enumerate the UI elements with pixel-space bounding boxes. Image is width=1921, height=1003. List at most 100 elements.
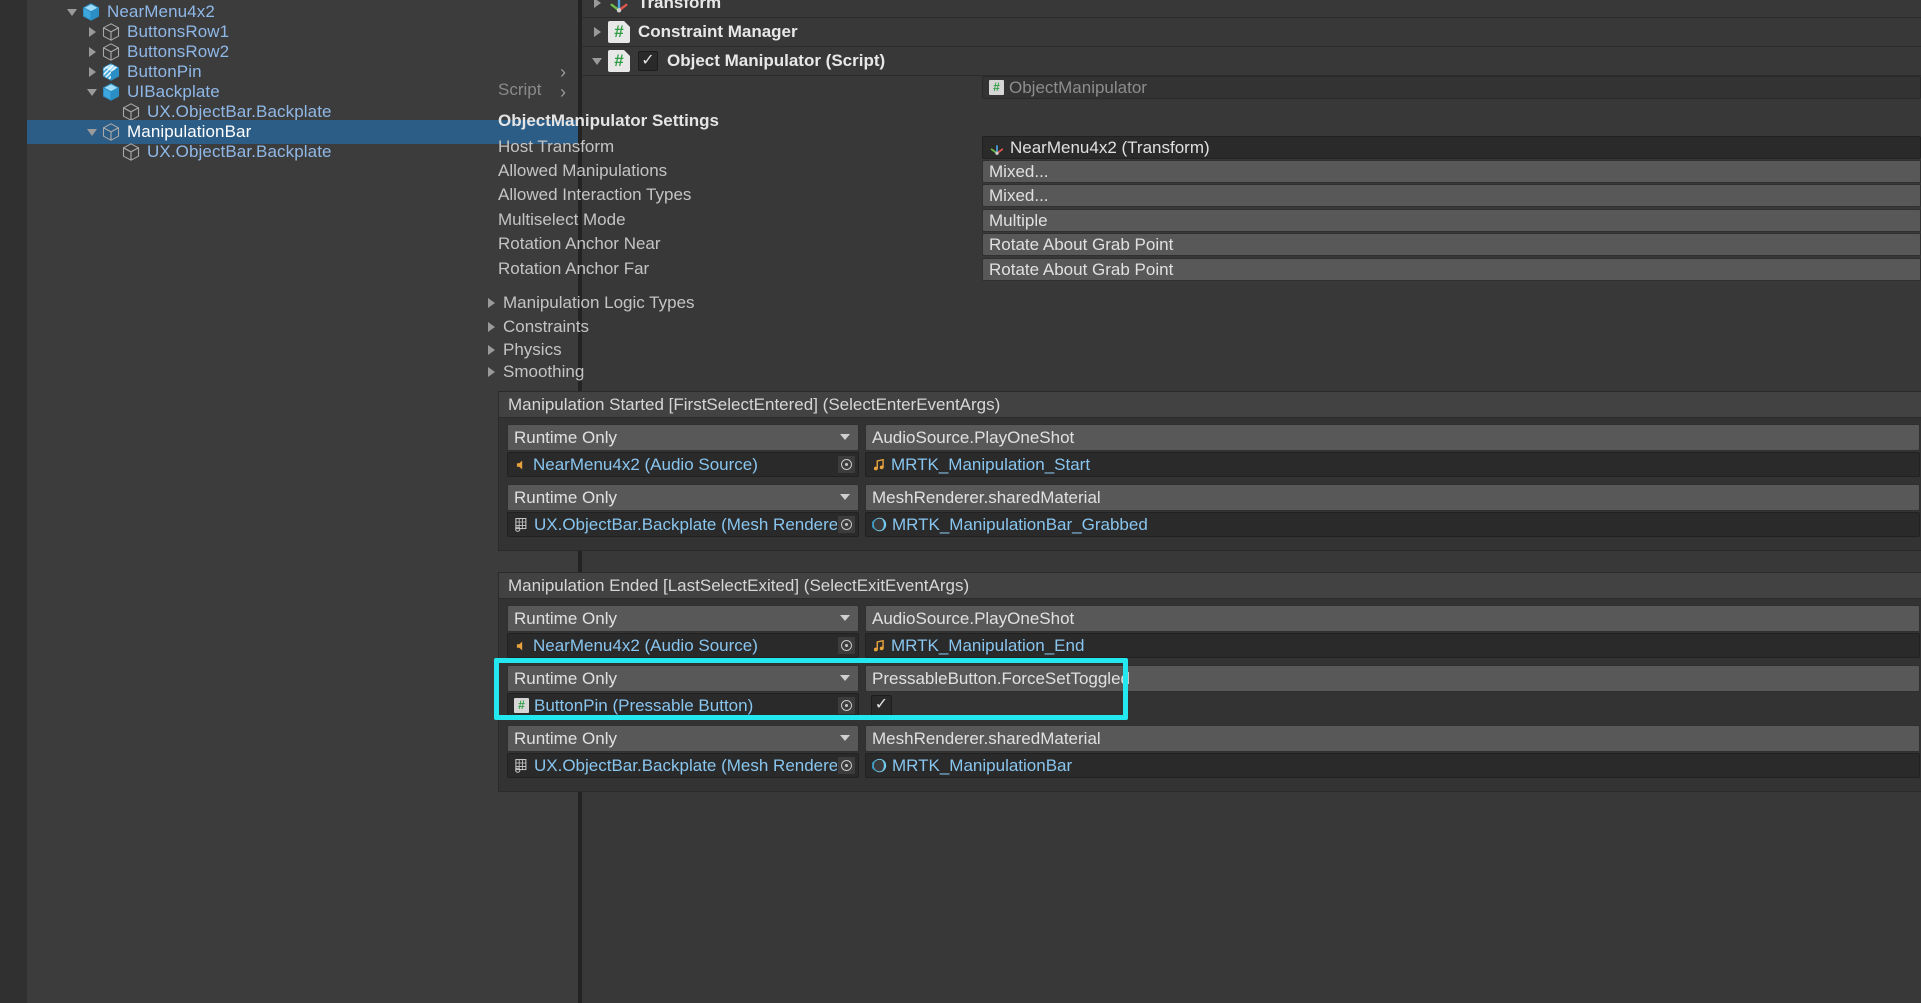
hierarchy-item-label: ButtonsRow1 [127,22,230,41]
object-picker-icon[interactable] [837,636,856,655]
property-value-text: Mixed... [989,185,1049,205]
script-icon [514,698,529,713]
event-argument-objectfield[interactable]: MRTK_Manipulation_End [865,633,1920,658]
property-field-rotation-anchor-far[interactable]: Rotate About Grab Point [982,258,1921,281]
foldout-toggle[interactable] [586,57,608,65]
event-mode-text: Runtime Only [514,608,617,628]
hierarchy-item-label: ManipulationBar [127,122,252,141]
foldout-toggle[interactable] [586,0,608,8]
property-label-allowed-manipulations: Allowed Manipulations [498,161,668,180]
event-argument-objectfield[interactable]: MRTK_ManipulationBar_Grabbed [865,512,1920,537]
property-field-allowed-interaction-types[interactable]: Mixed... [982,184,1921,207]
event-target-objectfield[interactable]: ButtonPin (Pressable Button) [507,693,859,718]
gameobject-cube-icon [101,122,121,142]
hierarchy-item-ux-objectbar-backplate[interactable]: UX.ObjectBar.Backplate [27,140,578,164]
event-target-text: NearMenu4x2 (Audio Source) [533,635,758,655]
audiosource-icon [514,639,528,653]
foldout-constraints[interactable]: Constraints [486,316,589,338]
material-icon [872,517,887,532]
foldout-manipulation-logic-types[interactable]: Manipulation Logic Types [486,292,695,314]
event-target-objectfield[interactable]: NearMenu4x2 (Audio Source) [507,452,859,477]
event-target-text: UX.ObjectBar.Backplate (Mesh Renderer) [534,755,850,775]
event-argument-text: MRTK_Manipulation_Start [891,454,1091,474]
unity-event-block: Manipulation Ended [LastSelectExited] (S… [498,572,1921,792]
object-picker-icon[interactable] [837,515,856,534]
foldout-label: Smoothing [503,362,585,381]
gameobject-cube-icon [101,22,121,42]
event-mode-popup[interactable]: Runtime Only [507,665,859,692]
event-mode-text: Runtime Only [514,668,617,688]
foldout-physics[interactable]: Physics [486,339,562,361]
inspector-panel[interactable]: Transform Constraint Manager Object Manipu… [488,0,1921,1003]
prefab-variant-cube-icon [101,62,121,82]
property-label-host-transform: Host Transform [498,137,615,156]
script-value-field: ObjectManipulator [982,76,1921,99]
script-value-text: ObjectManipulator [1009,77,1147,97]
property-field-host-transform[interactable]: NearMenu4x2 (Transform) [982,136,1921,159]
chevron-down-icon [840,615,850,621]
event-argument-objectfield[interactable]: MRTK_Manipulation_Start [865,452,1920,477]
unity-event-title: Manipulation Started [FirstSelectEntered… [499,392,1921,418]
foldout-toggle[interactable] [586,27,608,37]
script-icon [989,80,1004,95]
chevron-right-icon [488,322,495,332]
left-gutter [0,0,27,1003]
event-method-popup[interactable]: PressableButton.ForceSetToggled [865,665,1920,692]
event-argument-text: MRTK_ManipulationBar_Grabbed [892,514,1148,534]
unity-editor-window: NearMenu4x2 ButtonsRow1 ButtonsRow2 ButtonP… [0,0,1921,1003]
property-field-allowed-manipulations[interactable]: Mixed... [982,160,1921,183]
event-target-objectfield[interactable]: UX.ObjectBar.Backplate (Mesh Renderer) [507,512,859,537]
hierarchy-item-label: UX.ObjectBar.Backplate [147,142,332,161]
event-target-objectfield[interactable]: NearMenu4x2 (Audio Source) [507,633,859,658]
event-mode-popup[interactable]: Runtime Only [507,484,859,511]
property-field-rotation-anchor-near[interactable]: Rotate About Grab Point [982,233,1921,256]
property-value-text: Rotate About Grab Point [989,234,1174,254]
event-method-text: PressableButton.ForceSetToggled [872,668,1130,688]
material-icon [872,758,887,773]
meshrenderer-icon [514,517,529,532]
hierarchy-item-label: UIBackplate [127,82,220,101]
gameobject-cube-icon [101,42,121,62]
transform-icon [608,0,630,14]
component-header-constraint-manager[interactable]: Constraint Manager [582,18,1921,46]
chevron-right-icon [488,367,495,377]
property-field-multiselect-mode[interactable]: Multiple [982,209,1921,232]
script-field-label-wrap [498,77,978,100]
event-method-popup[interactable]: AudioSource.PlayOneShot [865,424,1920,451]
foldout-label: Constraints [503,317,589,336]
unity-event-title: Manipulation Ended [LastSelectExited] (S… [499,573,1921,599]
component-title: Transform [638,0,722,12]
foldout-smoothing[interactable]: Smoothing [486,361,584,383]
component-header-object-manipulator[interactable]: Object Manipulator (Script) [582,47,1921,75]
event-method-popup[interactable]: MeshRenderer.sharedMaterial [865,725,1920,752]
event-argument-text: MRTK_ManipulationBar [892,755,1073,775]
component-header-transform[interactable]: Transform [582,0,1921,16]
event-mode-popup[interactable]: Runtime Only [507,605,859,632]
event-argument-bool-checkbox[interactable] [871,694,892,716]
event-method-text: AudioSource.PlayOneShot [872,608,1075,628]
section-header-objectmanipulator-settings: ObjectManipulator Settings [498,111,720,130]
event-argument-objectfield[interactable]: MRTK_ManipulationBar [865,753,1920,778]
event-method-popup[interactable]: AudioSource.PlayOneShot [865,605,1920,632]
event-method-popup[interactable]: MeshRenderer.sharedMaterial [865,484,1920,511]
component-enable-checkbox[interactable] [638,50,658,71]
chevron-down-icon [840,735,850,741]
script-label: Script [498,80,542,99]
event-argument-text: MRTK_Manipulation_End [891,635,1085,655]
chevron-right-icon [488,345,495,355]
hierarchy-panel[interactable]: NearMenu4x2 ButtonsRow1 ButtonsRow2 ButtonP… [27,0,578,1003]
property-value-text: Rotate About Grab Point [989,259,1174,279]
object-picker-icon[interactable] [837,455,856,474]
gameobject-cube-icon [121,142,141,162]
event-mode-popup[interactable]: Runtime Only [507,725,859,752]
object-picker-icon[interactable] [837,696,856,715]
event-method-text: AudioSource.PlayOneShot [872,427,1075,447]
hierarchy-item-label: NearMenu4x2 [107,2,215,21]
chevron-down-icon [840,675,850,681]
gameobject-cube-icon [121,102,141,122]
event-target-objectfield[interactable]: UX.ObjectBar.Backplate (Mesh Renderer) [507,753,859,778]
unity-event-block: Manipulation Started [FirstSelectEntered… [498,391,1921,551]
object-picker-icon[interactable] [837,756,856,775]
event-mode-popup[interactable]: Runtime Only [507,424,859,451]
property-value-text: Mixed... [989,161,1049,181]
